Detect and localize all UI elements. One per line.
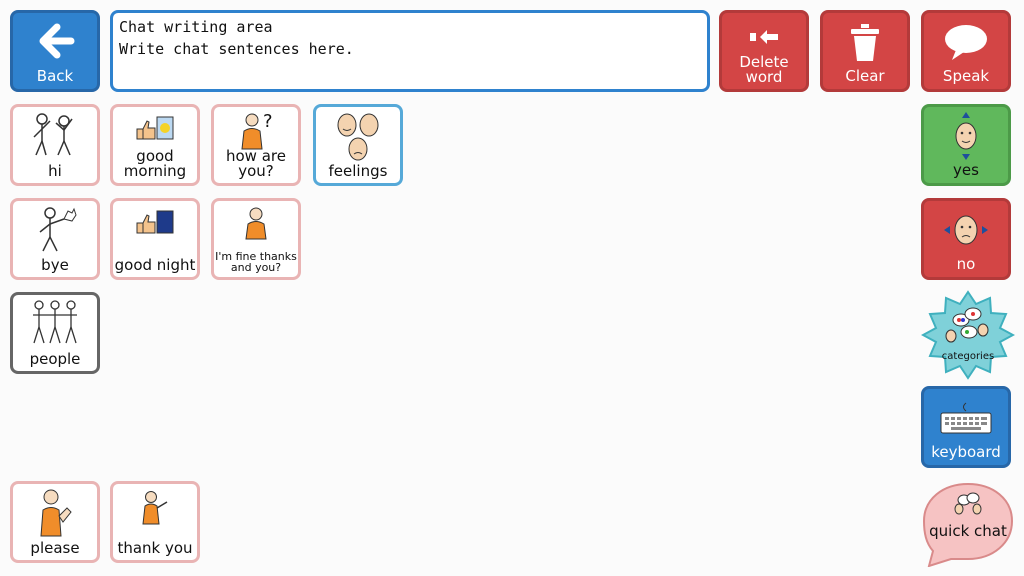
chat-title: Chat writing area [119,18,273,36]
waving-person-icon [13,205,97,252]
yes-button[interactable]: yes [921,104,1011,186]
hi-button[interactable]: hi [10,104,100,186]
chatting-faces-icon [921,491,1015,515]
waving-people-icon [13,111,97,157]
speak-button[interactable]: Speak [921,10,1011,92]
arrow-left-icon [13,23,97,63]
group-of-people-icon [13,299,97,345]
feelings-button[interactable]: feelings [313,104,403,186]
chat-placeholder: Write chat sentences here. [119,40,354,58]
feelings-faces-icon [316,111,400,161]
trash-icon [823,23,907,63]
thumbs-up-moon-icon [113,209,197,255]
delete-word-label: Delete word [739,53,789,86]
no-label: no [956,255,976,273]
good-morning-button[interactable]: good morning [110,104,200,186]
categories-label: categories [941,351,995,362]
bye-button[interactable]: bye [10,198,100,280]
back-button[interactable]: Back [10,10,100,92]
please-button[interactable]: please [10,481,100,563]
categories-button[interactable]: categories [921,290,1015,380]
bye-label: bye [41,256,69,274]
keyboard-icon [924,401,1008,441]
yes-label: yes [953,161,979,179]
speak-label: Speak [942,67,990,85]
quick-chat-label: quick chat [929,522,1007,540]
how-are-you-button[interactable]: ? how are you? [211,104,301,186]
categories-starburst-icon [921,290,1015,380]
people-label: people [29,350,81,368]
good-night-label: good night [114,256,196,274]
please-label: please [30,539,80,557]
clear-button[interactable]: Clear [820,10,910,92]
back-label: Back [36,67,74,85]
people-button[interactable]: people [10,292,100,374]
feelings-label: feelings [328,162,388,180]
delete-word-button[interactable]: Delete word [719,10,809,92]
quick-chat-button[interactable]: quick chat [921,481,1015,567]
hi-label: hi [48,162,62,180]
svg-text:?: ? [263,111,273,132]
person-please-icon [13,488,97,537]
thank-you-label: thank you [117,539,193,557]
chat-writing-area[interactable]: Chat writing area Write chat sentences h… [110,10,710,92]
good-night-button[interactable]: good night [110,198,200,280]
speech-bubble-icon [924,23,1008,63]
person-thanks-icon [113,490,197,536]
im-fine-button[interactable]: I'm fine thanks and you? [211,198,301,280]
happy-person-icon [214,205,298,251]
shaking-head-icon [924,213,1008,253]
how-are-you-label: how are you? [226,147,286,180]
keyboard-button[interactable]: keyboard [921,386,1011,468]
nodding-face-icon [924,111,1008,161]
thank-you-button[interactable]: thank you [110,481,200,563]
keyboard-label: keyboard [931,443,1001,461]
good-morning-label: good morning [123,147,187,180]
im-fine-label: I'm fine thanks and you? [215,250,297,274]
no-button[interactable]: no [921,198,1011,280]
clear-label: Clear [845,67,885,85]
